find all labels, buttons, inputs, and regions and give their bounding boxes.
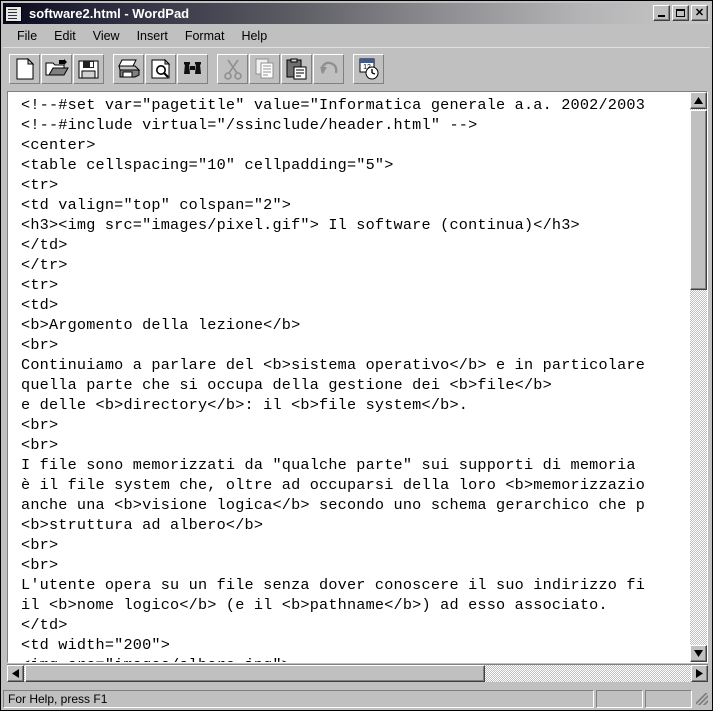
code-line: <br> <box>21 556 59 574</box>
title-bar: software2.html - WordPad ✕ <box>3 3 710 24</box>
print-preview-button[interactable] <box>145 54 176 84</box>
save-floppy-icon <box>78 60 99 78</box>
code-line: I file sono memorizzati da "qualche part… <box>21 456 636 474</box>
code-line: <img src="images/albero.jpg"> <box>21 655 691 662</box>
scroll-right-button[interactable] <box>691 665 708 682</box>
menu-item-edit[interactable]: Edit <box>46 27 85 45</box>
date-time-icon: 12 <box>359 58 378 80</box>
triangle-up-icon <box>694 97 703 104</box>
code-line: quella parte che si occupa della gestion… <box>21 376 552 394</box>
document-text[interactable]: <!--#set var="pagetitle" value="Informat… <box>8 92 691 662</box>
code-line: <br> <box>21 536 59 554</box>
vertical-scrollbar[interactable] <box>690 92 707 662</box>
paste-button[interactable] <box>281 54 312 84</box>
code-line: <br> <box>21 416 59 434</box>
vertical-scrollbar-thumb[interactable] <box>690 110 707 290</box>
paste-clipboard-icon <box>286 58 307 80</box>
horizontal-scrollbar[interactable] <box>7 664 708 682</box>
code-line: <table cellspacing="10" cellpadding="5"> <box>21 156 394 174</box>
close-button[interactable]: ✕ <box>691 5 708 21</box>
status-pane-3 <box>645 689 692 708</box>
wordpad-window: software2.html - WordPad ✕ File Edit Vie… <box>0 0 713 711</box>
document-icon <box>5 5 22 22</box>
scroll-down-button[interactable] <box>690 645 707 662</box>
status-bar: For Help, press F1 <box>3 688 710 709</box>
scroll-left-button[interactable] <box>7 665 24 682</box>
document-edit-area[interactable]: <!--#set var="pagetitle" value="Informat… <box>7 91 708 663</box>
code-line: </td> <box>21 236 68 254</box>
scroll-up-button[interactable] <box>690 92 707 109</box>
horizontal-scrollbar-thumb[interactable] <box>25 665 485 682</box>
copy-button[interactable] <box>249 54 280 84</box>
menu-item-format[interactable]: Format <box>177 27 234 45</box>
menu-item-view[interactable]: View <box>85 27 129 45</box>
status-message: For Help, press F1 <box>3 689 594 708</box>
code-line: <b>struttura ad albero</b> <box>21 516 264 534</box>
minimize-button[interactable] <box>653 5 670 21</box>
code-line: <h3><img src="images/pixel.gif"> Il soft… <box>21 216 580 234</box>
copy-icon <box>255 58 273 79</box>
code-line: <!--#set var="pagetitle" value="Informat… <box>21 96 646 114</box>
menu-item-file[interactable]: File <box>9 27 46 45</box>
code-line: <br> <box>21 336 59 354</box>
menu-item-insert[interactable]: Insert <box>129 27 177 45</box>
new-document-icon <box>16 58 34 80</box>
print-button[interactable] <box>113 54 144 84</box>
toolbar-separator-3 <box>345 54 353 84</box>
open-button[interactable] <box>41 54 72 84</box>
close-icon: ✕ <box>694 7 705 19</box>
triangle-left-icon <box>12 669 19 678</box>
code-line: L'utente opera su un file senza dover co… <box>21 576 646 594</box>
maximize-button[interactable] <box>672 5 689 21</box>
save-button[interactable] <box>73 54 104 84</box>
code-line: anche una <b>visione logica</b> secondo … <box>21 496 646 514</box>
triangle-right-icon <box>696 669 703 678</box>
triangle-down-icon <box>694 650 703 657</box>
code-line: Continuiamo a parlare del <b>sistema ope… <box>21 356 646 374</box>
code-line: <td> <box>21 296 59 314</box>
code-line: </td> <box>21 616 68 634</box>
print-icon <box>117 59 140 78</box>
open-folder-icon <box>45 59 69 76</box>
code-line: <td width="200"> <box>21 636 171 654</box>
toolbar: 12 <box>3 47 710 90</box>
window-title: software2.html - WordPad <box>29 6 190 21</box>
undo-arrow-icon <box>319 61 337 74</box>
code-line: il <b>nome logico</b> (e il <b>pathname<… <box>21 596 608 614</box>
new-button[interactable] <box>9 54 40 84</box>
date-time-button[interactable]: 12 <box>353 54 384 84</box>
window-controls: ✕ <box>653 5 708 21</box>
print-preview-icon <box>151 58 170 79</box>
code-line: e delle <b>directory</b>: il <b>file sys… <box>21 396 469 414</box>
toolbar-separator <box>105 54 113 84</box>
cut-button[interactable] <box>217 54 248 84</box>
code-line: <!--#include virtual="/ssinclude/header.… <box>21 116 478 134</box>
cut-scissors-icon <box>223 59 242 80</box>
code-line: è il file system che, oltre ad occuparsi… <box>21 476 646 494</box>
code-line: <td valign="top" colspan="2"> <box>21 196 292 214</box>
status-pane-2 <box>596 689 643 708</box>
menu-item-help[interactable]: Help <box>233 27 276 45</box>
code-line: </tr> <box>21 256 68 274</box>
undo-button[interactable] <box>313 54 344 84</box>
menu-bar: File Edit View Insert Format Help <box>3 26 710 46</box>
code-line: <tr> <box>21 176 59 194</box>
resize-grip-icon[interactable] <box>694 691 710 707</box>
code-line: <tr> <box>21 276 59 294</box>
find-button[interactable] <box>177 54 208 84</box>
code-line: <center> <box>21 136 96 154</box>
find-binoculars-icon <box>183 62 201 74</box>
code-line: <b>Argomento della lezione</b> <box>21 316 301 334</box>
toolbar-separator-2 <box>209 54 217 84</box>
code-line: <br> <box>21 436 59 454</box>
